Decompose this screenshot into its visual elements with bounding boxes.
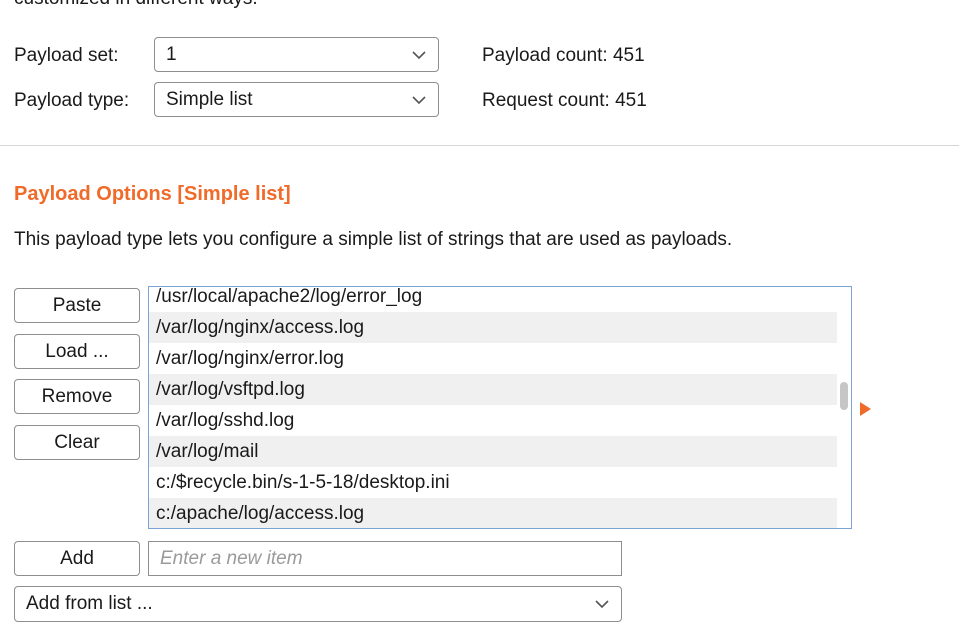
add-button[interactable]: Add bbox=[14, 541, 140, 576]
payload-options-description: This payload type lets you configure a s… bbox=[14, 229, 733, 250]
list-scrollbar-thumb[interactable] bbox=[840, 382, 848, 410]
remove-button[interactable]: Remove bbox=[14, 379, 140, 414]
payload-list[interactable]: /usr/local/apache2/log/error_log /var/lo… bbox=[148, 286, 852, 529]
list-item[interactable]: /var/log/nginx/error.log bbox=[149, 343, 837, 374]
payload-count-value: 451 bbox=[612, 45, 645, 66]
new-item-input[interactable] bbox=[148, 541, 622, 576]
payload-type-value: Simple list bbox=[166, 88, 253, 110]
list-item[interactable]: c:/$recycle.bin/s-1-5-18/desktop.ini bbox=[149, 467, 837, 498]
list-item[interactable]: /var/log/vsftpd.log bbox=[149, 374, 837, 405]
payload-set-label: Payload set: bbox=[14, 45, 119, 66]
payload-options-title: Payload Options [Simple list] bbox=[14, 183, 291, 205]
list-item[interactable]: /var/log/mail bbox=[149, 436, 837, 467]
payload-type-label: Payload type: bbox=[14, 90, 130, 111]
add-from-list-value: Add from list ... bbox=[26, 593, 153, 614]
clear-button[interactable]: Clear bbox=[14, 425, 140, 460]
expand-arrow-icon[interactable] bbox=[860, 402, 871, 416]
list-item[interactable]: /usr/local/apache2/log/error_log bbox=[149, 287, 837, 312]
payload-set-value: 1 bbox=[166, 43, 177, 65]
load-button[interactable]: Load ... bbox=[14, 334, 140, 369]
request-count-value: 451 bbox=[615, 90, 647, 111]
chevron-down-icon bbox=[412, 95, 426, 104]
list-item[interactable]: /var/log/nginx/access.log bbox=[149, 312, 837, 343]
payload-sets-panel: customized in different ways. Payload se… bbox=[0, 0, 959, 146]
request-count-label: Request count: 451 bbox=[482, 90, 647, 111]
payload-type-select[interactable]: Simple list bbox=[154, 82, 439, 117]
paste-button[interactable]: Paste bbox=[14, 288, 140, 323]
payload-set-select[interactable]: 1 bbox=[154, 37, 439, 72]
list-item[interactable]: c:/apache/log/access.log bbox=[149, 498, 837, 528]
chevron-down-icon bbox=[412, 50, 426, 59]
list-item[interactable]: /var/log/sshd.log bbox=[149, 405, 837, 436]
chevron-down-icon bbox=[595, 600, 609, 609]
add-from-list-select[interactable]: Add from list ... bbox=[14, 586, 622, 622]
payload-count-label: Payload count: 451 bbox=[482, 45, 645, 66]
section-description-truncated: customized in different ways. bbox=[14, 0, 258, 10]
